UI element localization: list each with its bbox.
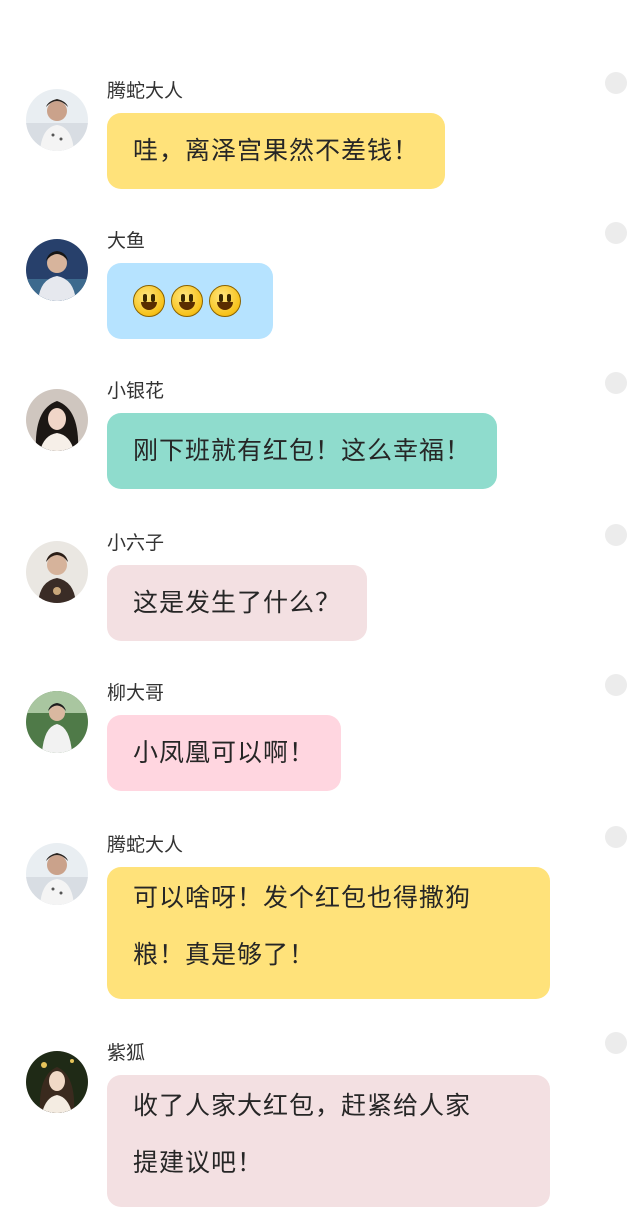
message-text: 这是发生了什么？ [133, 588, 342, 617]
avatar[interactable] [26, 89, 88, 151]
status-dot [605, 222, 627, 244]
status-dot [605, 826, 627, 848]
message-bubble[interactable]: 这是发生了什么？ [107, 565, 368, 641]
sender-name: 柳大哥 [107, 682, 165, 704]
message-text: 刚下班就有红包！这么幸福！ [133, 436, 472, 465]
message-bubble[interactable]: 刚下班就有红包！这么幸福！ [107, 413, 498, 489]
message-text: 小凤凰可以啊！ [133, 738, 316, 767]
message-bubble[interactable] [107, 263, 273, 339]
sender-name: 紫狐 [107, 1042, 146, 1064]
message-text-line: 提建议吧！ [133, 1148, 264, 1177]
sender-name: 小银花 [107, 380, 165, 402]
message-text: 哇，离泽宫果然不差钱！ [133, 136, 420, 165]
sender-name: 腾蛇大人 [107, 80, 184, 102]
smiley-emoji-icon [133, 285, 165, 317]
sender-name: 腾蛇大人 [107, 834, 184, 856]
sender-name: 大鱼 [107, 230, 146, 252]
message-text-line: 可以啥呀！发个红包也得撒狗 [133, 883, 472, 912]
status-dot [605, 674, 627, 696]
avatar[interactable] [26, 389, 88, 451]
message-bubble[interactable]: 可以啥呀！发个红包也得撒狗 粮！真是够了！ [107, 867, 550, 999]
avatar[interactable] [26, 541, 88, 603]
message-bubble[interactable]: 小凤凰可以啊！ [107, 715, 342, 791]
status-dot [605, 524, 627, 546]
status-dot [605, 72, 627, 94]
avatar[interactable] [26, 1051, 88, 1113]
status-dot [605, 1032, 627, 1054]
avatar[interactable] [26, 691, 88, 753]
smiley-emoji-icon [209, 285, 241, 317]
status-dot [605, 372, 627, 394]
message-bubble[interactable]: 收了人家大红包，赶紧给人家 提建议吧！ [107, 1075, 550, 1207]
sender-name: 小六子 [107, 532, 165, 554]
avatar[interactable] [26, 239, 88, 301]
message-text-line: 收了人家大红包，赶紧给人家 [133, 1091, 472, 1120]
message-bubble[interactable]: 哇，离泽宫果然不差钱！ [107, 113, 446, 189]
chat-screen: { "messages": [ { "name": "腾蛇大人", "text"… [0, 0, 640, 1228]
smiley-emoji-icon [171, 285, 203, 317]
message-text-line: 粮！真是够了！ [133, 940, 316, 969]
avatar[interactable] [26, 843, 88, 905]
